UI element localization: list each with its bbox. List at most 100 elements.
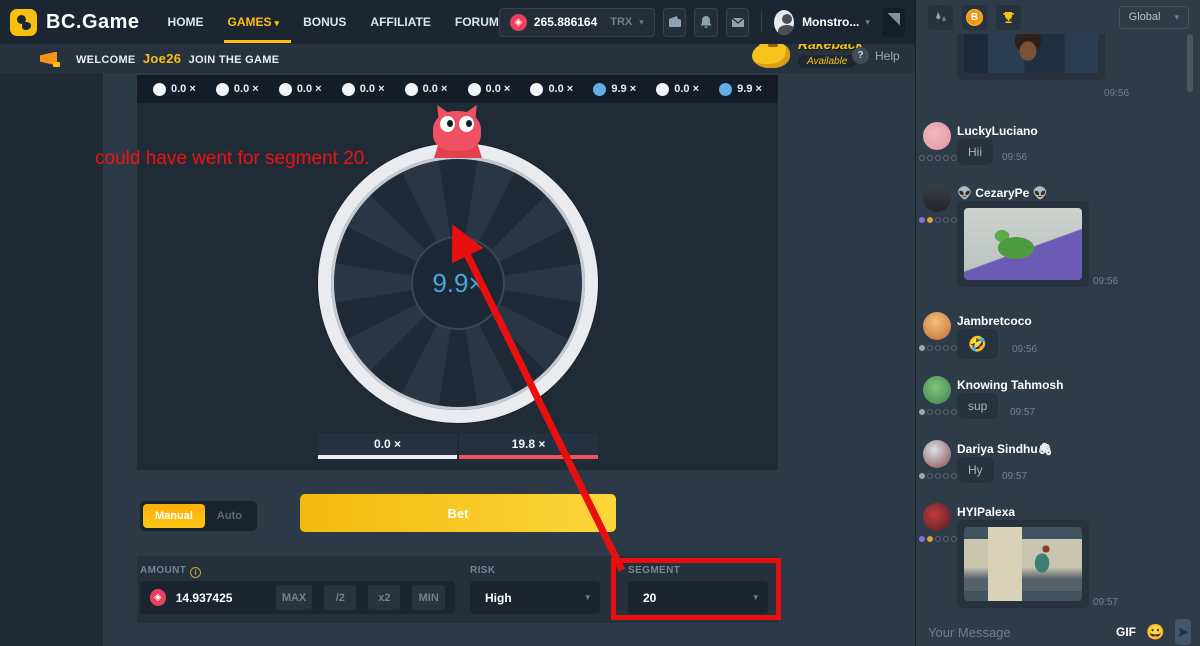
result-bar-win[interactable]: 19.8 × (459, 433, 598, 455)
result-dot (656, 83, 669, 96)
risk-select[interactable]: High ▾ (470, 581, 600, 614)
chat-text-bubble[interactable]: Hii (957, 139, 993, 165)
chat-username[interactable]: 👽 CezaryPe 👽 (957, 186, 1048, 200)
avatar[interactable] (923, 440, 951, 468)
wallet-icon (667, 14, 683, 30)
nav-link-bonus[interactable]: BONUS (303, 1, 346, 43)
user-name[interactable]: Monstro... (802, 15, 859, 29)
history-item[interactable]: 0.0 × (405, 83, 448, 96)
promotions-button[interactable]: B (962, 5, 987, 30)
chevron-down-icon: ▾ (275, 18, 280, 28)
owl-mascot (433, 111, 481, 151)
send-button[interactable]: ➤ (1175, 619, 1191, 645)
envelope-icon (730, 14, 746, 30)
bet-button[interactable]: Bet (300, 494, 616, 532)
wallet-button[interactable] (663, 8, 687, 37)
help-button[interactable]: ? Help (852, 47, 900, 64)
result-dot (216, 83, 229, 96)
info-icon[interactable]: i (190, 567, 201, 578)
logo[interactable]: BC.Game (10, 9, 140, 36)
rain-button[interactable] (928, 5, 953, 30)
notifications-button[interactable] (694, 8, 718, 37)
emoji-button[interactable]: 😀 (1146, 625, 1165, 640)
message-time: 09:56 (1093, 276, 1118, 287)
user-avatar[interactable] (774, 10, 794, 35)
gif-lizard-couch (964, 208, 1082, 280)
bell-icon (698, 14, 714, 30)
chat-username[interactable]: Dariya Sindhu🖇 (957, 442, 1053, 456)
avatar[interactable] (923, 184, 951, 212)
history-item[interactable]: 0.0 × (342, 83, 385, 96)
amount-input[interactable] (174, 590, 264, 606)
avatar[interactable] (923, 312, 951, 340)
gif-button[interactable]: GIF (1116, 625, 1136, 639)
nav-link-home[interactable]: HOME (168, 1, 204, 43)
history-item[interactable]: 0.0 × (153, 83, 196, 96)
chevron-down-icon: ▾ (585, 592, 590, 603)
double-button[interactable]: x2 (368, 585, 400, 610)
trx-coin-icon: ◈ (150, 589, 166, 606)
welcome-username: Joe26 (143, 51, 181, 66)
result-dot-win (719, 83, 732, 96)
chat-text-bubble[interactable]: 🤣 (957, 329, 998, 359)
min-button[interactable]: MIN (412, 585, 445, 610)
avatar[interactable] (923, 122, 951, 150)
chat-input-bar: GIF 😀 ➤ (916, 618, 1200, 646)
chat-username[interactable]: Knowing Tahmosh (957, 378, 1063, 392)
risk-label: RISK (470, 565, 496, 576)
white-underline (318, 455, 457, 459)
history-item[interactable]: 9.9 × (719, 83, 762, 96)
wheel-center-multiplier: 9.9× (411, 236, 505, 330)
chat-message-input[interactable] (926, 624, 1106, 641)
result-bar-loss[interactable]: 0.0 × (318, 433, 457, 455)
chat-text-bubble[interactable]: sup (957, 393, 998, 419)
user-badges (919, 345, 957, 351)
balance-selector[interactable]: ◈ 265.886164 TRX ▾ (499, 8, 655, 37)
messages-button[interactable] (726, 8, 750, 37)
balance-value: 265.886164 (534, 15, 597, 29)
chat-gif-bubble[interactable] (957, 201, 1089, 287)
results-history-bar: 0.0 × 0.0 × 0.0 × 0.0 × 0.0 × 0.0 × 0.0 … (137, 75, 778, 103)
chat-text-bubble[interactable]: Hy (957, 457, 994, 483)
history-item[interactable]: 0.0 × (216, 83, 259, 96)
max-button[interactable]: MAX (276, 585, 313, 610)
user-badges (919, 155, 957, 161)
nav-link-games[interactable]: GAMES▾ (228, 1, 280, 43)
message-time: 09:56 (1002, 152, 1027, 163)
chevron-down-icon: ▾ (639, 17, 644, 28)
amount-field[interactable]: ◈ MAX /2 x2 MIN (140, 581, 455, 614)
avatar[interactable] (923, 503, 951, 531)
auto-mode-button[interactable]: Auto (205, 504, 254, 528)
bc-game-app: BC.Game HOME GAMES▾ BONUS AFFILIATE FORU… (0, 0, 1200, 646)
owl-eye (459, 116, 474, 132)
chat-username[interactable]: HYIPalexa (957, 505, 1015, 519)
red-underline (459, 455, 598, 459)
trophy-icon (1001, 10, 1016, 25)
history-item[interactable]: 9.9 × (593, 83, 636, 96)
rakeback-subtitle: Available (798, 55, 856, 68)
avatar[interactable] (923, 376, 951, 404)
manual-mode-button[interactable]: Manual (143, 504, 205, 528)
chat-scrollbar[interactable] (1187, 34, 1193, 92)
result-dot (279, 83, 292, 96)
nav-link-affiliate[interactable]: AFFILIATE (370, 1, 430, 43)
history-item[interactable]: 0.0 × (279, 83, 322, 96)
chat-username[interactable]: Jambretcoco (957, 314, 1032, 328)
chat-gif-bubble[interactable] (957, 520, 1089, 608)
history-item[interactable]: 0.0 × (468, 83, 511, 96)
theater-mode-button[interactable] (882, 8, 905, 37)
chat-username[interactable]: LuckyLuciano (957, 124, 1038, 138)
nav-link-forum[interactable]: FORUM (455, 1, 499, 43)
history-item[interactable]: 0.0 × (656, 83, 699, 96)
user-badges (919, 473, 957, 479)
result-dot (468, 83, 481, 96)
chat-room-select[interactable]: Global ▾ (1119, 6, 1189, 29)
annotation-note: could have went for segment 20. (95, 148, 370, 170)
chevron-down-icon[interactable]: ▾ (865, 17, 870, 28)
history-item[interactable]: 0.0 × (530, 83, 573, 96)
annotation-rectangle (611, 558, 781, 620)
chevron-down-icon: ▾ (1174, 12, 1179, 23)
half-button[interactable]: /2 (324, 585, 356, 610)
message-time: 09:57 (1010, 407, 1035, 418)
contest-button[interactable] (996, 5, 1021, 30)
